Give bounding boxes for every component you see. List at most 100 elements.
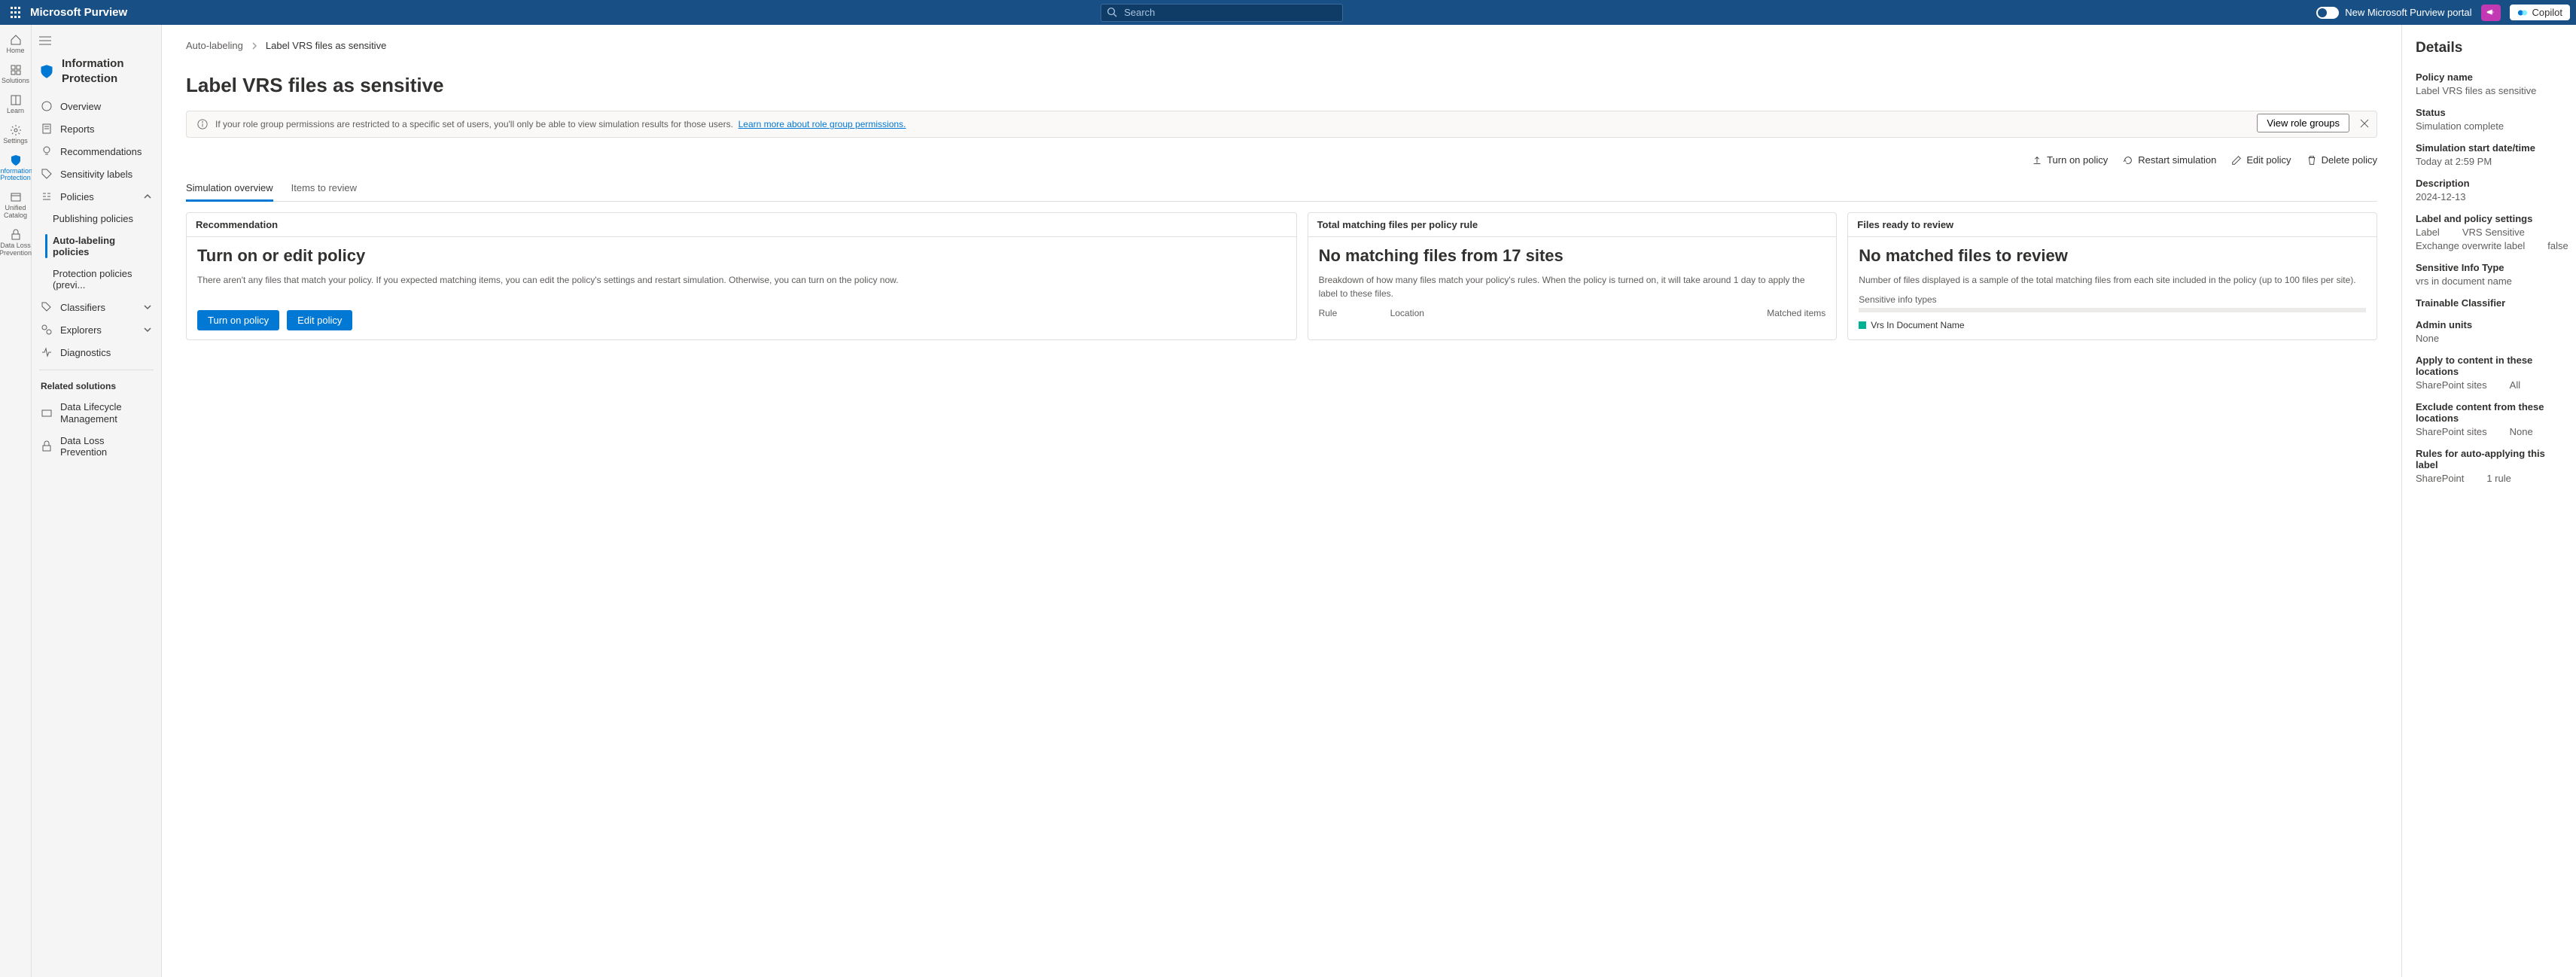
chevron-right-icon: [251, 42, 258, 50]
explorer-icon: [41, 324, 53, 336]
details-heading: Details: [2416, 40, 2562, 56]
rail-item-dlp[interactable]: Data Loss Prevention: [0, 226, 31, 260]
policy-toolbar: Turn on policy Restart simulation Edit p…: [186, 148, 2377, 176]
chevron-down-icon: [143, 325, 152, 334]
close-icon: [2360, 119, 2369, 128]
lock-icon: [10, 229, 22, 241]
nav-classifiers[interactable]: Classifiers: [36, 296, 157, 318]
trainable-label: Trainable Classifier: [2416, 297, 2562, 309]
cards-row: Recommendation Turn on or edit policy Th…: [186, 212, 2377, 340]
search-wrap: [1101, 4, 1343, 22]
details-fields: Policy name Label VRS files as sensitive…: [2416, 72, 2562, 484]
policy-name-value: Label VRS files as sensitive: [2416, 85, 2562, 96]
megaphone-icon: [2486, 8, 2496, 18]
card-header: Files ready to review: [1848, 213, 2377, 237]
nav-overview[interactable]: Overview: [36, 95, 157, 117]
breadcrumb-root[interactable]: Auto-labeling: [186, 40, 243, 51]
lifecycle-icon: [41, 407, 53, 419]
left-rail: Home Solutions Learn Settings Informatio…: [0, 25, 32, 977]
breadcrumb: Auto-labeling Label VRS files as sensiti…: [186, 40, 2377, 51]
card-body-text: Breakdown of how many files match your p…: [1319, 273, 1826, 300]
nav-collapse-button[interactable]: [36, 32, 157, 50]
description-label: Description: [2416, 178, 2562, 189]
nav-section-title: Information Protection: [36, 50, 157, 95]
card-matching-files: Total matching files per policy rule No …: [1308, 212, 1838, 340]
banner-text: If your role group permissions are restr…: [215, 119, 733, 129]
banner-link[interactable]: Learn more about role group permissions.: [738, 119, 906, 129]
overview-icon: [41, 100, 53, 112]
nav-protection-policies[interactable]: Protection policies (previ...: [36, 263, 157, 296]
nav-explorers[interactable]: Explorers: [36, 318, 157, 341]
apply-row: SharePoint sites All: [2416, 379, 2562, 391]
nav-data-lifecycle[interactable]: Data Lifecycle Management: [36, 396, 157, 430]
rail-item-settings[interactable]: Settings: [0, 121, 31, 148]
rules-row: SharePoint 1 rule: [2416, 473, 2562, 484]
nav-dlp[interactable]: Data Loss Prevention: [36, 430, 157, 463]
sensitive-info-types-label: Sensitive info types: [1859, 287, 2366, 305]
start-time-value: Today at 2:59 PM: [2416, 156, 2562, 167]
copilot-icon: [2517, 8, 2528, 18]
col-matched: Matched items: [1754, 308, 1825, 318]
sit-value: vrs in document name: [2416, 275, 2562, 287]
legend-label: Vrs In Document Name: [1871, 320, 1964, 330]
diagnostics-icon: [41, 346, 53, 358]
nav-policies[interactable]: Policies: [36, 185, 157, 208]
book-icon: [10, 94, 22, 106]
rail-item-unified-catalog[interactable]: Unified Catalog: [0, 188, 31, 223]
brand-title: Microsoft Purview: [30, 6, 127, 19]
overwrite-row: Exchange overwrite label false: [2416, 240, 2562, 251]
card-recommendation: Recommendation Turn on or edit policy Th…: [186, 212, 1297, 340]
tag-icon: [41, 301, 53, 313]
nav-reports[interactable]: Reports: [36, 117, 157, 140]
card-title: No matched files to review: [1859, 246, 2366, 266]
banner-dismiss-button[interactable]: [2360, 119, 2369, 130]
view-role-groups-button[interactable]: View role groups: [2257, 114, 2349, 132]
breadcrumb-leaf: Label VRS files as sensitive: [266, 40, 386, 51]
portal-toggle[interactable]: New Microsoft Purview portal: [2316, 7, 2471, 19]
toggle-icon: [2316, 7, 2339, 19]
policy-icon: [41, 190, 53, 202]
card-title: No matching files from 17 sites: [1319, 246, 1826, 266]
card-title: Turn on or edit policy: [197, 246, 1286, 266]
toggle-label: New Microsoft Purview portal: [2345, 7, 2471, 18]
rail-item-solutions[interactable]: Solutions: [0, 61, 31, 88]
turn-on-policy-button[interactable]: Turn on policy: [2032, 154, 2108, 166]
nav-sensitivity-labels[interactable]: Sensitivity labels: [36, 163, 157, 185]
rail-item-home[interactable]: Home: [0, 31, 31, 58]
turn-on-policy-card-button[interactable]: Turn on policy: [197, 310, 279, 330]
nav-auto-labeling-policies[interactable]: Auto-labeling policies: [36, 230, 157, 263]
chart-legend: Vrs In Document Name: [1859, 320, 2366, 330]
trash-icon: [2307, 155, 2317, 166]
page-title: Label VRS files as sensitive: [186, 74, 2377, 97]
info-banner: If your role group permissions are restr…: [186, 111, 2377, 138]
nav-diagnostics[interactable]: Diagnostics: [36, 341, 157, 364]
restart-simulation-button[interactable]: Restart simulation: [2123, 154, 2216, 166]
card-body-text: Number of files displayed is a sample of…: [1859, 273, 2366, 287]
global-search-input[interactable]: [1101, 4, 1343, 22]
rail-item-info-protection[interactable]: Information Protection: [0, 151, 31, 186]
tabs: Simulation overview Items to review: [186, 176, 2377, 202]
upload-icon: [2032, 155, 2042, 166]
tab-simulation-overview[interactable]: Simulation overview: [186, 176, 273, 201]
app-launcher-icon[interactable]: [6, 4, 24, 22]
nav-recommendations[interactable]: Recommendations: [36, 140, 157, 163]
admin-units-value: None: [2416, 333, 2562, 344]
shield-icon: [39, 64, 54, 79]
announce-button[interactable]: [2481, 5, 2501, 21]
edit-policy-card-button[interactable]: Edit policy: [287, 310, 352, 330]
card-header: Total matching files per policy rule: [1308, 213, 1837, 237]
restart-icon: [2123, 155, 2133, 166]
status-label: Status: [2416, 107, 2562, 118]
edit-policy-button[interactable]: Edit policy: [2231, 154, 2291, 166]
label-row: Label VRS Sensitive: [2416, 227, 2562, 238]
lightbulb-icon: [41, 145, 53, 157]
rail-item-learn[interactable]: Learn: [0, 91, 31, 118]
chevron-down-icon: [143, 303, 152, 312]
tab-items-to-review[interactable]: Items to review: [291, 176, 357, 201]
nav-publishing-policies[interactable]: Publishing policies: [36, 208, 157, 230]
delete-policy-button[interactable]: Delete policy: [2307, 154, 2377, 166]
reports-icon: [41, 123, 53, 135]
sit-label: Sensitive Info Type: [2416, 262, 2562, 273]
copilot-button[interactable]: Copilot: [2510, 5, 2570, 20]
col-rule: Rule: [1319, 308, 1390, 318]
